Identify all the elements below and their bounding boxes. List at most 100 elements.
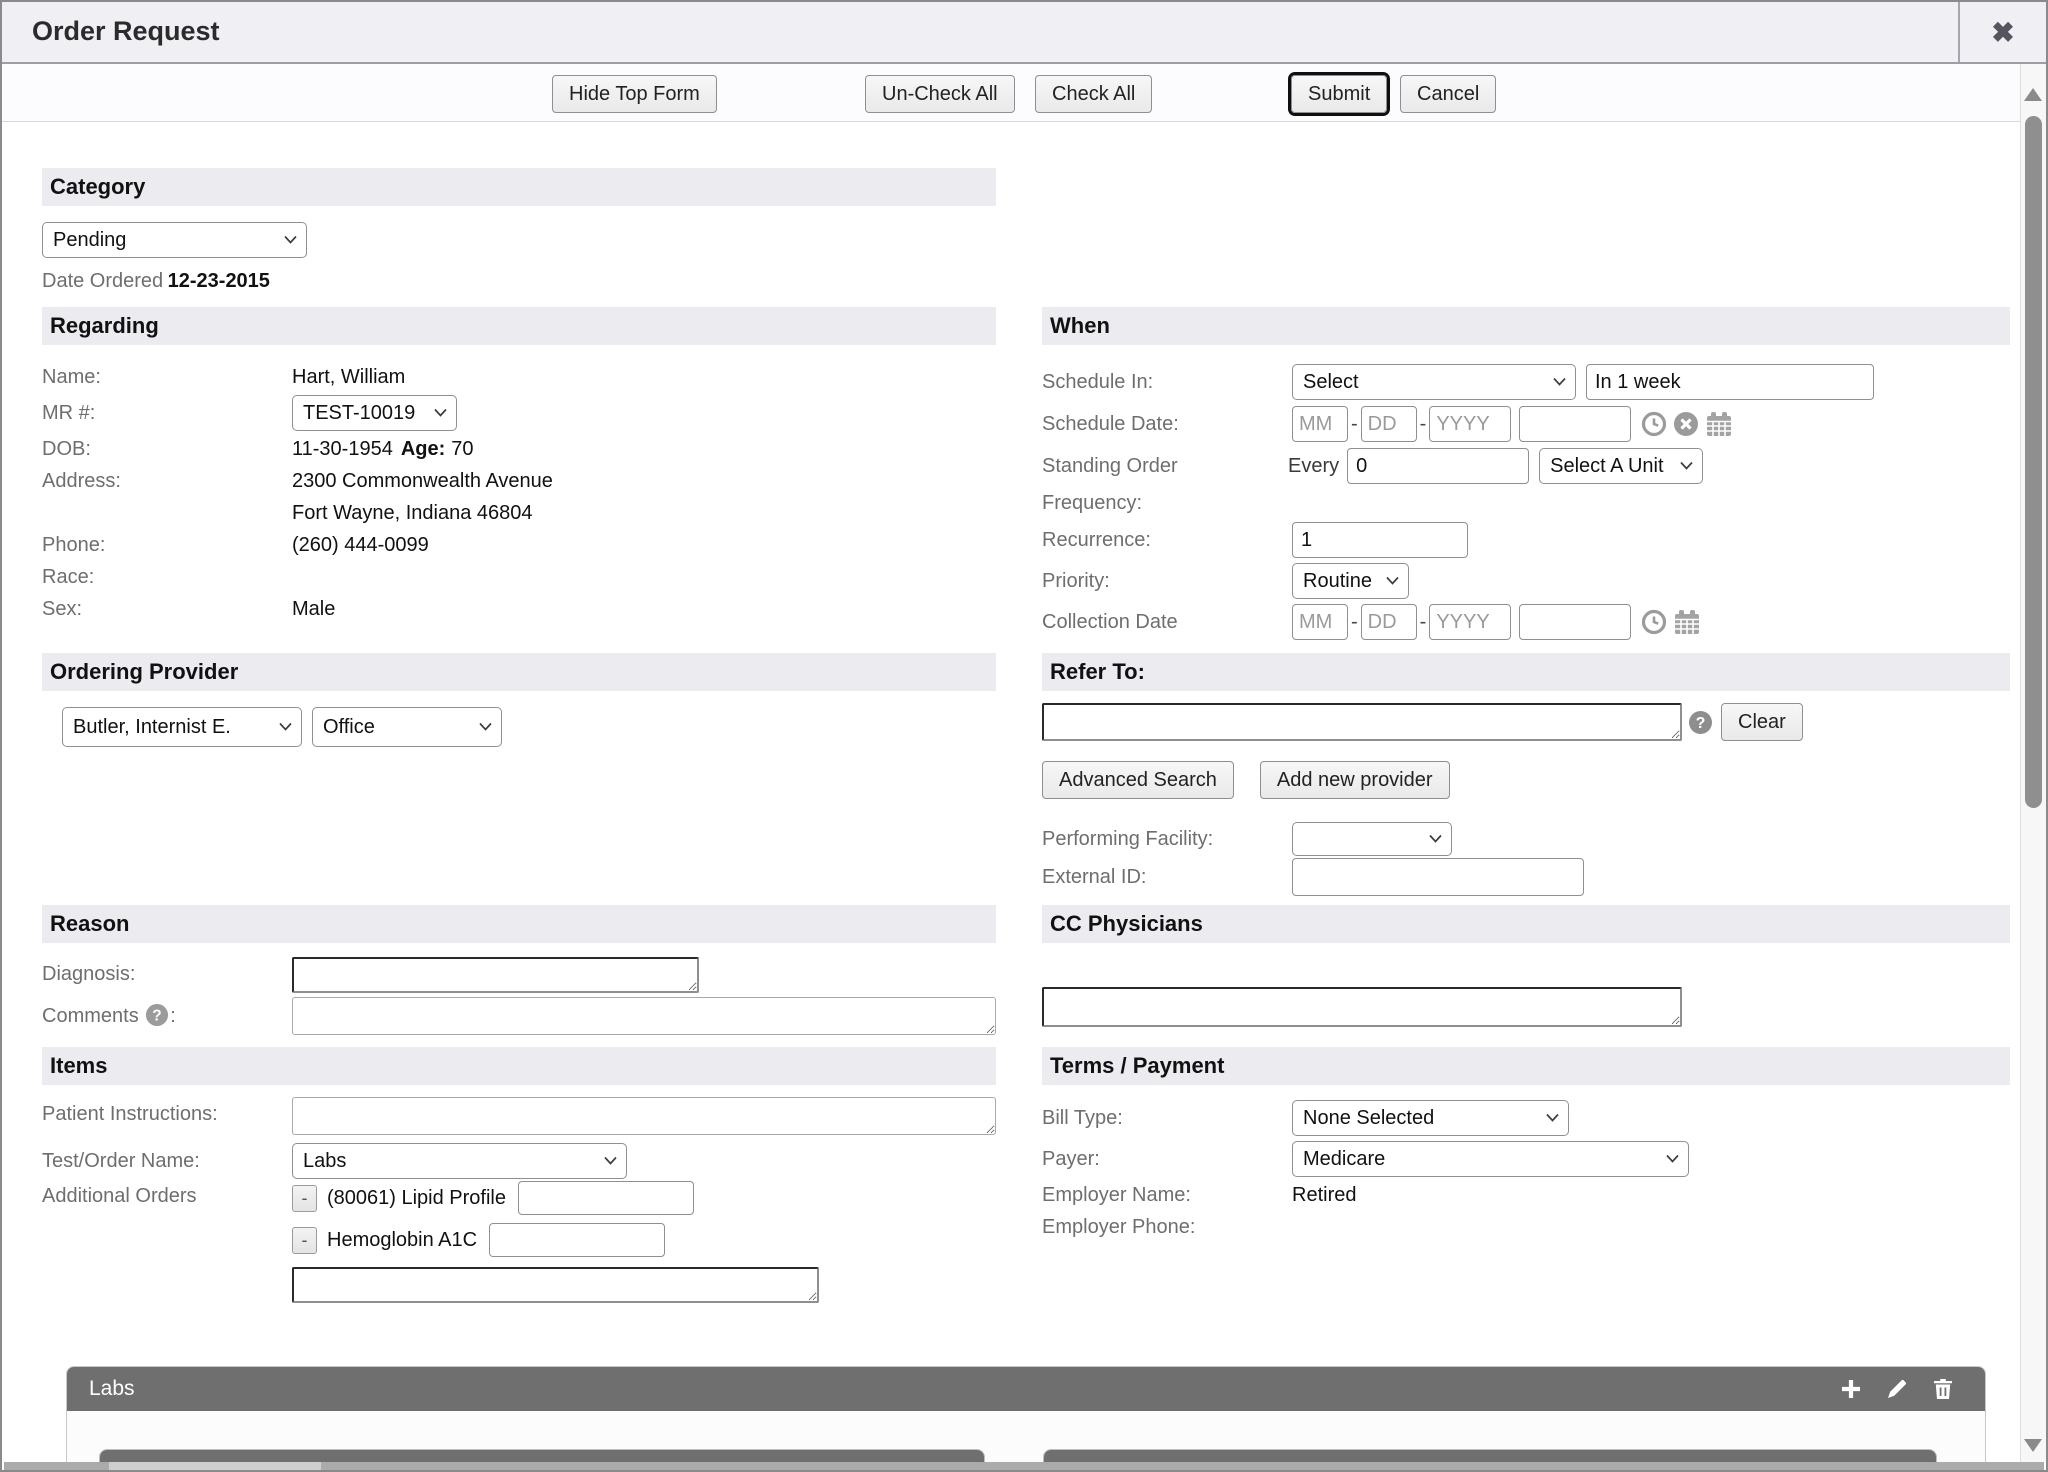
date-ordered: Date Ordered 12-23-2015 (42, 270, 996, 293)
delete-icon[interactable] (1931, 1377, 1955, 1401)
vertical-scrollbar[interactable] (2020, 64, 2046, 1462)
scroll-up-icon[interactable] (2024, 88, 2042, 101)
refer-to-section: Refer To: ? Clear Advanced Search Add ne… (1042, 653, 2010, 897)
calendar-icon[interactable] (1705, 411, 1733, 438)
additional-orders-input[interactable] (292, 1267, 819, 1303)
payer-select[interactable]: Medicare (1292, 1141, 1689, 1177)
clock-icon[interactable] (1641, 609, 1667, 635)
chevron-down-icon (1665, 1154, 1680, 1164)
standing-order-label: Standing Order (1042, 455, 1292, 478)
scroll-down-icon[interactable] (2024, 1439, 2042, 1452)
bill-type-label: Bill Type: (1042, 1107, 1292, 1130)
advanced-search-button[interactable]: Advanced Search (1042, 761, 1234, 799)
refer-to-search-input[interactable] (1042, 703, 1682, 741)
schedule-in-select[interactable]: Select (1292, 364, 1576, 400)
address-label: Address: (42, 470, 292, 493)
collection-date-mm[interactable] (1292, 604, 1348, 640)
add-icon[interactable] (1839, 1377, 1863, 1401)
horizontal-scrollbar-thumb[interactable] (109, 1462, 321, 1470)
items-section: Items Patient Instructions: Test/Order N… (42, 1047, 996, 1308)
recurrence-input[interactable] (1292, 522, 1468, 558)
dob-value: 11-30-1954 (292, 438, 393, 461)
mr-select[interactable]: TEST-10019 (292, 395, 457, 431)
phone-label: Phone: (42, 534, 292, 557)
provider-location-select[interactable]: Office (312, 707, 502, 747)
mr-label: MR #: (42, 402, 292, 425)
ordering-provider-select[interactable]: Butler, Internist E. (62, 707, 302, 747)
cancel-button[interactable]: Cancel (1400, 75, 1496, 113)
clock-icon[interactable] (1641, 411, 1667, 437)
labs-panel: Labs Blood (66, 1366, 1986, 1462)
chevron-down-icon (1545, 1113, 1560, 1123)
priority-select[interactable]: Routine (1292, 563, 1409, 599)
race-label: Race: (42, 566, 292, 589)
clear-date-icon[interactable] (1673, 411, 1699, 437)
items-header: Items (42, 1047, 996, 1085)
schedule-date-label: Schedule Date: (1042, 413, 1292, 436)
collection-time-input[interactable] (1519, 604, 1631, 640)
priority-label: Priority: (1042, 570, 1292, 593)
help-icon[interactable]: ? (1688, 710, 1713, 735)
edit-icon[interactable] (1885, 1377, 1909, 1401)
external-id-input[interactable] (1292, 858, 1584, 896)
frequency-label: Frequency: (1042, 492, 1292, 515)
sex-label: Sex: (42, 598, 292, 621)
test-order-select[interactable]: Labs (292, 1143, 627, 1179)
patient-instructions-input[interactable] (292, 1097, 996, 1135)
schedule-in-input[interactable] (1586, 364, 1874, 400)
test-order-name-label: Test/Order Name: (42, 1150, 292, 1173)
submit-button[interactable]: Submit (1291, 75, 1387, 113)
recurrence-label: Recurrence: (1042, 529, 1292, 552)
age-value: 70 (451, 438, 473, 461)
schedule-date-yyyy[interactable] (1429, 406, 1511, 442)
check-all-button[interactable]: Check All (1035, 75, 1152, 113)
patient-name: Hart, William (292, 366, 405, 389)
regarding-section: Regarding Name:Hart, William MR #: TEST-… (42, 307, 996, 643)
when-section: When Schedule In: Select Schedule Date: … (1042, 307, 2010, 643)
collection-date-dd[interactable] (1361, 604, 1417, 640)
chevron-down-icon (1428, 834, 1443, 844)
order-value-input[interactable] (518, 1181, 694, 1215)
diagnosis-input[interactable] (292, 957, 699, 993)
schedule-date-mm[interactable] (1292, 406, 1348, 442)
chevron-down-icon (478, 722, 493, 732)
regarding-header: Regarding (42, 307, 996, 345)
schedule-time-input[interactable] (1519, 406, 1631, 442)
horizontal-scrollbar[interactable] (4, 1462, 2044, 1470)
terms-payment-header: Terms / Payment (1042, 1047, 2010, 1085)
address-line2: Fort Wayne, Indiana 46804 (292, 502, 533, 525)
category-select[interactable]: Pending (42, 222, 307, 258)
comments-label: Comments ?: (42, 997, 292, 1028)
standing-order-every-input[interactable] (1347, 448, 1529, 484)
clear-button[interactable]: Clear (1721, 703, 1803, 741)
help-icon[interactable]: ? (145, 1003, 169, 1027)
remove-order-button[interactable]: - (292, 1227, 317, 1254)
comments-input[interactable] (292, 997, 996, 1035)
uncheck-all-button[interactable]: Un-Check All (865, 75, 1015, 113)
hide-top-form-button[interactable]: Hide Top Form (552, 75, 717, 113)
order-request-dialog: Order Request ✖ Hide Top Form Un-Check A… (0, 0, 2048, 1472)
date-ordered-value: 12-23-2015 (168, 270, 270, 292)
close-button[interactable]: ✖ (1958, 2, 2046, 62)
lab-group-header: Blood (100, 1450, 984, 1462)
chevron-down-icon (1552, 377, 1567, 387)
collection-date-yyyy[interactable] (1429, 604, 1511, 640)
calendar-icon[interactable] (1673, 609, 1701, 636)
bill-type-select[interactable]: None Selected (1292, 1100, 1569, 1136)
scrollbar-thumb[interactable] (2025, 116, 2042, 808)
diagnosis-label: Diagnosis: (42, 957, 292, 986)
chevron-down-icon (1679, 461, 1694, 471)
schedule-date-dd[interactable] (1361, 406, 1417, 442)
order-value-input[interactable] (489, 1223, 665, 1257)
chevron-down-icon (603, 1156, 618, 1166)
performing-facility-select[interactable] (1292, 822, 1452, 856)
standing-order-unit-select[interactable]: Select A Unit (1539, 448, 1703, 484)
add-new-provider-button[interactable]: Add new provider (1260, 761, 1450, 799)
lab-group-blood: Blood ANA (99, 1449, 985, 1462)
date-ordered-label: Date Ordered (42, 270, 163, 292)
additional-order-row: - Hemoglobin A1C (292, 1223, 819, 1257)
employer-name-value: Retired (1292, 1184, 1356, 1207)
cc-physicians-input[interactable] (1042, 987, 1682, 1027)
dialog-titlebar: Order Request ✖ (2, 2, 2046, 64)
remove-order-button[interactable]: - (292, 1185, 317, 1212)
